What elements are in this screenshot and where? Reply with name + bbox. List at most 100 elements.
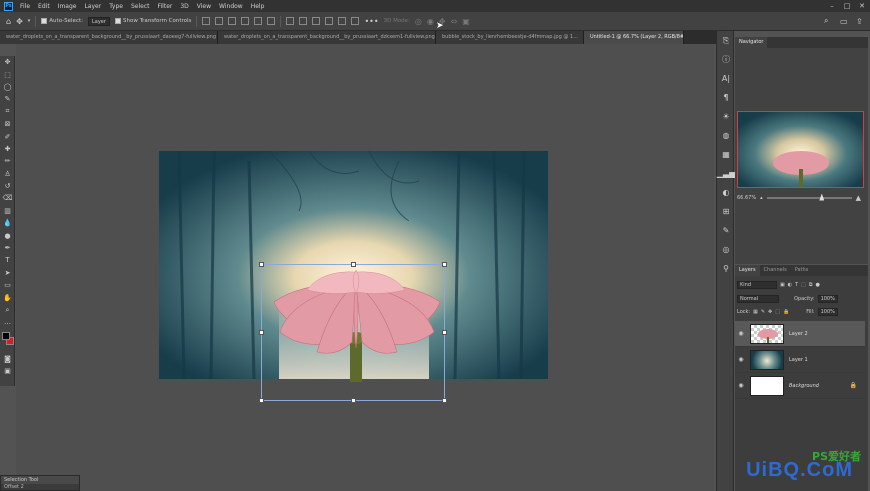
opacity-input[interactable]: 100% [817,295,838,303]
layer-kind-dropdown[interactable]: Kind [737,281,777,289]
transform-handle-bottom[interactable] [351,398,356,403]
blend-mode-dropdown[interactable]: Normal [737,295,779,303]
menu-3d[interactable]: 3D [176,3,192,10]
lock-all-icon[interactable]: 🔒 [783,309,789,315]
lock-pixels-icon[interactable]: ✎ [761,309,765,315]
layer-name[interactable]: Layer 2 [789,331,808,337]
menu-type[interactable]: Type [105,3,127,10]
glyphs-panel-icon[interactable]: ⚲ [717,259,735,278]
chevron-down-icon[interactable]: ▾ [28,18,31,24]
brush-tool-icon[interactable]: ✏ [0,155,15,167]
menu-file[interactable]: File [16,3,34,10]
light-panel-icon[interactable]: ☀ [717,107,735,126]
layer-row-layer-2[interactable]: ◉ Layer 2 [735,321,865,347]
align-bottom-icon[interactable] [228,17,237,25]
tab-paths[interactable]: Paths [791,265,813,276]
transform-handle-top[interactable] [351,262,356,267]
quick-select-tool-icon[interactable]: ✎ [0,93,15,105]
layer-name[interactable]: Layer 1 [789,357,808,363]
align-vcenter-icon[interactable] [215,17,224,25]
tab-document-1[interactable]: water_droplets_on_a_transparent_backgrou… [0,31,218,44]
zoom-tool-icon[interactable]: ⌕ [0,304,15,316]
layer-row-layer-1[interactable]: ◉ Layer 1 [735,347,865,373]
filter-shape-icon[interactable]: ⬚ [801,282,806,288]
tab-navigator[interactable]: Navigator [735,37,768,48]
zoom-in-icon[interactable]: ▲ [856,194,861,202]
distribute-right-icon[interactable] [351,17,360,25]
tab-document-active[interactable]: Untitled-1 @ 66.7% (Layer 2, RGB/8#) * [584,31,684,44]
align-top-icon[interactable] [202,17,211,25]
menu-window[interactable]: Window [215,3,247,10]
quick-mask-icon[interactable]: ◙ [0,353,15,365]
layer-row-background[interactable]: ◉ Background 🔒 [735,373,865,399]
color-panel-icon[interactable]: ◍ [717,126,735,145]
filter-pixel-icon[interactable]: ▣ [780,282,785,288]
layer-name[interactable]: Background [789,383,819,389]
transform-handle-top-left[interactable] [259,262,264,267]
distribute-hcenter-icon[interactable] [338,17,347,25]
screen-mode-icon[interactable]: ▣ [0,365,15,377]
navigator-thumbnail[interactable] [737,111,864,188]
tab-layers[interactable]: Layers [735,265,760,276]
3d-slide-icon[interactable]: ⇔ [451,17,458,26]
properties-panel-icon[interactable]: ⊞ [717,202,735,221]
show-transform-checkbox[interactable]: Show Transform Controls [114,18,191,24]
shape-tool-icon[interactable]: ▭ [0,279,15,291]
navigator-view-frame[interactable] [737,111,864,188]
transform-bounding-box[interactable] [259,262,447,403]
share-icon[interactable]: ⇪ [856,17,863,26]
align-left-icon[interactable] [241,17,250,25]
tab-document-2[interactable]: water_droplets_on_a_transparent_backgrou… [218,31,436,44]
more-tools-icon[interactable]: … [0,316,15,328]
transform-handle-right[interactable] [442,330,447,335]
3d-roll-icon[interactable]: ◉ [427,17,434,26]
filter-adjustment-icon[interactable]: ◐ [788,282,792,288]
close-button[interactable]: ✕ [856,1,868,11]
histogram-panel-icon[interactable]: ▁▃▅ [717,164,735,183]
paragraph-panel-icon[interactable]: ¶ [717,88,735,107]
type-tool-icon[interactable]: T [0,254,15,266]
distribute-bottom-icon[interactable] [312,17,321,25]
adjustments-panel-icon[interactable]: ◐ [717,183,735,202]
blur-tool-icon[interactable]: 💧 [0,217,15,229]
lock-artboard-icon[interactable]: ⬚ [775,309,780,315]
history-panel-icon[interactable]: ⎘ [717,31,735,50]
tab-channels[interactable]: Channels [760,265,791,276]
home-icon[interactable]: ⌂ [6,17,11,26]
visibility-eye-icon[interactable]: ◉ [735,382,747,389]
transform-handle-left[interactable] [259,330,264,335]
menu-view[interactable]: View [193,3,215,10]
crop-tool-icon[interactable]: ⌗ [0,106,15,118]
distribute-top-icon[interactable] [286,17,295,25]
move-tool-icon[interactable]: ✥ [16,17,23,26]
menu-select[interactable]: Select [127,3,154,10]
transform-handle-bottom-left[interactable] [259,398,264,403]
filter-toggle-icon[interactable]: ● [815,282,819,288]
history-brush-tool-icon[interactable]: ↺ [0,180,15,192]
brushes-panel-icon[interactable]: ✎ [717,221,735,240]
transform-handle-top-right[interactable] [442,262,447,267]
character-panel-icon[interactable]: A| [717,69,735,88]
tab-document-3[interactable]: bubble_stock_by_lienrhembeestje-d4fmmap.… [436,31,584,44]
menu-image[interactable]: Image [54,3,81,10]
visibility-eye-icon[interactable]: ◉ [735,330,747,337]
menu-filter[interactable]: Filter [154,3,177,10]
distribute-left-icon[interactable] [325,17,334,25]
more-options-icon[interactable]: ••• [364,17,378,26]
menu-layer[interactable]: Layer [80,3,105,10]
swatches-panel-icon[interactable]: ▦ [717,145,735,164]
navigator-zoom-slider[interactable] [766,193,852,201]
transform-handle-bottom-right[interactable] [442,398,447,403]
lock-position-icon[interactable]: ✥ [768,309,772,315]
marquee-tool-icon[interactable]: ⬚ [0,68,15,80]
filter-type-icon[interactable]: T [795,282,798,288]
align-hcenter-icon[interactable] [254,17,263,25]
hand-tool-icon[interactable]: ✋ [0,291,15,303]
path-select-tool-icon[interactable]: ➤ [0,267,15,279]
gradient-tool-icon[interactable]: ▥ [0,205,15,217]
navigator-zoom-slider-knob[interactable] [819,193,825,201]
dodge-tool-icon[interactable]: ● [0,229,15,241]
floating-panel[interactable]: Selection Tool Offset 2 [0,475,80,491]
3d-scale-icon[interactable]: ▣ [462,17,470,26]
search-icon[interactable]: ⌕ [824,16,828,26]
